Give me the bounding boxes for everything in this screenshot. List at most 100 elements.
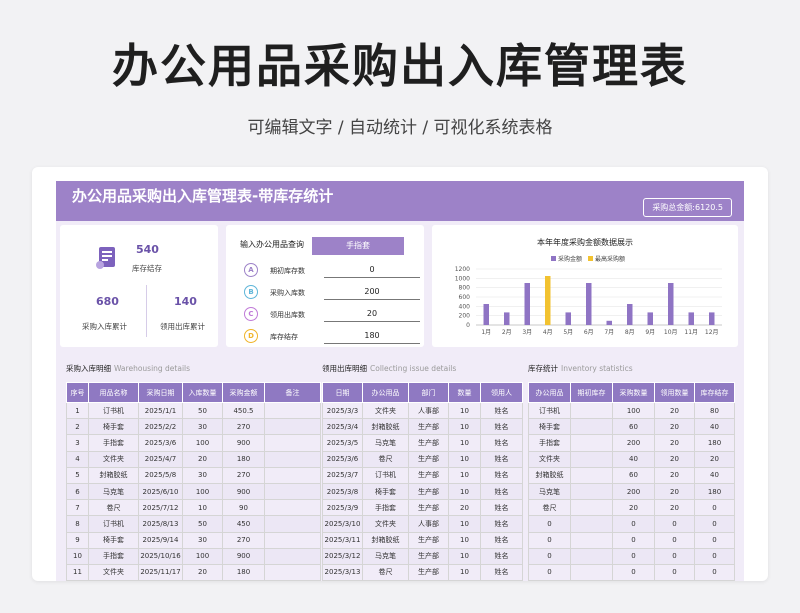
issue-cell[interactable]: 人事部 — [408, 515, 449, 533]
inventory-cell[interactable]: 文件夹 — [528, 450, 571, 468]
issue-cell[interactable]: 姓名 — [480, 482, 523, 501]
purchase-cell[interactable]: 20 — [182, 450, 223, 468]
issue-cell[interactable]: 生产部 — [408, 499, 449, 517]
issue-cell[interactable]: 10 — [448, 531, 481, 549]
purchase-cell[interactable]: 6 — [66, 482, 89, 501]
purchase-cell[interactable]: 270 — [222, 531, 265, 549]
purchase-cell[interactable] — [264, 515, 321, 533]
issue-cell[interactable]: 姓名 — [480, 434, 523, 452]
issue-cell[interactable]: 生产部 — [408, 434, 449, 452]
purchase-cell[interactable]: 270 — [222, 466, 265, 484]
issue-cell[interactable]: 10 — [448, 515, 481, 533]
purchase-cell[interactable]: 900 — [222, 434, 265, 452]
issue-cell[interactable]: 10 — [448, 547, 481, 565]
inventory-cell[interactable]: 0 — [654, 531, 695, 549]
purchase-cell[interactable] — [264, 499, 321, 517]
purchase-cell[interactable] — [264, 531, 321, 549]
purchase-cell[interactable]: 20 — [182, 563, 223, 581]
purchase-cell[interactable] — [264, 547, 321, 565]
purchase-cell[interactable]: 2025/7/12 — [138, 499, 183, 517]
inventory-cell[interactable]: 20 — [654, 401, 695, 420]
purchase-cell[interactable]: 2025/3/6 — [138, 434, 183, 452]
purchase-cell[interactable]: 订书机 — [88, 515, 139, 533]
inventory-cell[interactable]: 20 — [654, 434, 695, 452]
inventory-cell[interactable]: 订书机 — [528, 401, 571, 420]
issue-cell[interactable]: 生产部 — [408, 531, 449, 549]
issue-cell[interactable]: 2025/3/13 — [322, 563, 363, 581]
purchase-cell[interactable]: 450 — [222, 515, 265, 533]
issue-cell[interactable]: 2025/3/12 — [322, 547, 363, 565]
query-row-value[interactable]: 180 — [324, 329, 420, 344]
purchase-cell[interactable]: 椅手套 — [88, 531, 139, 549]
issue-cell[interactable]: 文件夹 — [362, 401, 409, 420]
issue-cell[interactable]: 生产部 — [408, 482, 449, 501]
issue-cell[interactable]: 2025/3/7 — [322, 466, 363, 484]
inventory-cell[interactable]: 0 — [528, 563, 571, 581]
issue-cell[interactable]: 2025/3/5 — [322, 434, 363, 452]
issue-cell[interactable]: 手指套 — [362, 499, 409, 517]
purchase-cell[interactable]: 2025/2/2 — [138, 418, 183, 436]
purchase-cell[interactable]: 2025/8/13 — [138, 515, 183, 533]
inventory-cell[interactable]: 40 — [612, 450, 655, 468]
inventory-cell[interactable]: 200 — [612, 434, 655, 452]
issue-cell[interactable]: 姓名 — [480, 466, 523, 484]
issue-cell[interactable]: 生产部 — [408, 466, 449, 484]
purchase-cell[interactable]: 3 — [66, 434, 89, 452]
issue-cell[interactable]: 马克笔 — [362, 547, 409, 565]
inventory-cell[interactable]: 椅手套 — [528, 418, 571, 436]
purchase-cell[interactable]: 2025/4/7 — [138, 450, 183, 468]
purchase-cell[interactable]: 7 — [66, 499, 89, 517]
issue-cell[interactable]: 20 — [448, 499, 481, 517]
inventory-cell[interactable]: 20 — [654, 499, 695, 517]
inventory-cell[interactable]: 手指套 — [528, 434, 571, 452]
inventory-cell[interactable]: 卷尺 — [528, 499, 571, 517]
issue-cell[interactable]: 姓名 — [480, 515, 523, 533]
inventory-cell[interactable]: 0 — [612, 515, 655, 533]
inventory-cell[interactable] — [570, 563, 613, 581]
issue-cell[interactable]: 2025/3/8 — [322, 482, 363, 501]
purchase-cell[interactable]: 450.5 — [222, 401, 265, 420]
inventory-cell[interactable] — [570, 418, 613, 436]
issue-cell[interactable]: 10 — [448, 482, 481, 501]
issue-cell[interactable]: 马克笔 — [362, 434, 409, 452]
purchase-cell[interactable]: 11 — [66, 563, 89, 581]
issue-cell[interactable]: 10 — [448, 418, 481, 436]
query-row-value[interactable]: 200 — [324, 285, 420, 300]
purchase-cell[interactable]: 封箱胶纸 — [88, 466, 139, 484]
inventory-cell[interactable]: 0 — [694, 563, 735, 581]
purchase-cell[interactable]: 椅手套 — [88, 418, 139, 436]
inventory-cell[interactable]: 0 — [612, 547, 655, 565]
inventory-cell[interactable] — [570, 499, 613, 517]
purchase-cell[interactable] — [264, 482, 321, 501]
purchase-cell[interactable]: 2025/9/14 — [138, 531, 183, 549]
purchase-cell[interactable]: 9 — [66, 531, 89, 549]
issue-cell[interactable]: 生产部 — [408, 547, 449, 565]
purchase-cell[interactable]: 1 — [66, 401, 89, 420]
purchase-cell[interactable]: 100 — [182, 547, 223, 565]
issue-cell[interactable]: 订书机 — [362, 466, 409, 484]
inventory-cell[interactable]: 80 — [694, 401, 735, 420]
inventory-cell[interactable]: 20 — [654, 466, 695, 484]
purchase-cell[interactable]: 30 — [182, 418, 223, 436]
issue-cell[interactable]: 生产部 — [408, 450, 449, 468]
issue-cell[interactable]: 生产部 — [408, 418, 449, 436]
purchase-cell[interactable]: 100 — [182, 434, 223, 452]
inventory-cell[interactable]: 0 — [612, 531, 655, 549]
purchase-cell[interactable]: 2 — [66, 418, 89, 436]
purchase-cell[interactable]: 30 — [182, 531, 223, 549]
issue-cell[interactable]: 10 — [448, 434, 481, 452]
inventory-cell[interactable]: 0 — [654, 547, 695, 565]
item-select[interactable]: 手指套 — [312, 237, 404, 255]
purchase-cell[interactable]: 2025/1/1 — [138, 401, 183, 420]
inventory-cell[interactable]: 180 — [694, 434, 735, 452]
purchase-cell[interactable] — [264, 450, 321, 468]
issue-cell[interactable]: 椅手套 — [362, 482, 409, 501]
issue-cell[interactable]: 姓名 — [480, 418, 523, 436]
inventory-cell[interactable]: 20 — [654, 450, 695, 468]
query-row-value[interactable]: 0 — [324, 263, 420, 278]
inventory-cell[interactable]: 0 — [694, 547, 735, 565]
purchase-cell[interactable]: 30 — [182, 466, 223, 484]
issue-cell[interactable]: 姓名 — [480, 563, 523, 581]
inventory-cell[interactable] — [570, 466, 613, 484]
inventory-cell[interactable] — [570, 547, 613, 565]
